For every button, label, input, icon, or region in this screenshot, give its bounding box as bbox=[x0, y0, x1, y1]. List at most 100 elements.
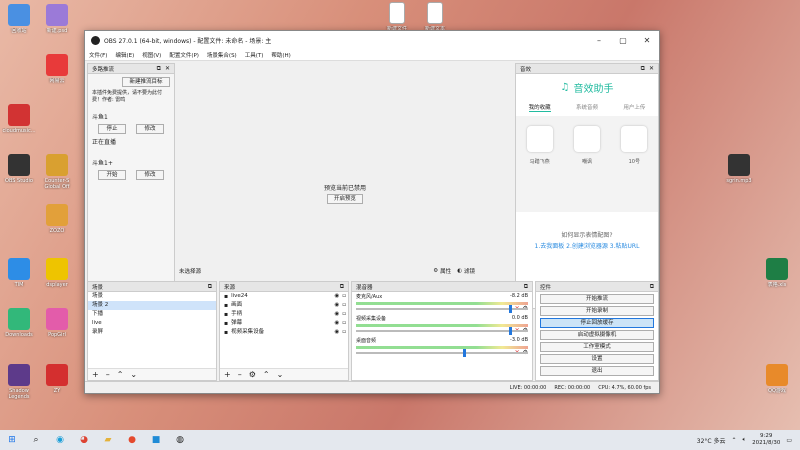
music-tab[interactable]: 用户上传 bbox=[623, 103, 645, 112]
close-icon[interactable]: ✕ bbox=[649, 65, 654, 72]
lock-icon[interactable]: ▫ bbox=[342, 310, 346, 319]
desktop-icon[interactable]: 新建.psd bbox=[40, 4, 74, 40]
float-icon[interactable]: ⧉ bbox=[524, 283, 528, 291]
app-red-icon[interactable]: ● bbox=[124, 433, 140, 447]
slider-handle[interactable] bbox=[509, 305, 513, 313]
preview-area[interactable]: 预览当前已禁用 开启预览 bbox=[175, 63, 515, 277]
eye-icon[interactable]: ◉ bbox=[334, 292, 339, 301]
music-tab[interactable]: 我的收藏 bbox=[528, 103, 551, 112]
lock-icon[interactable]: ▫ bbox=[342, 328, 346, 337]
float-icon[interactable]: ⧉ bbox=[641, 65, 645, 73]
chrome-icon[interactable]: ◕ bbox=[76, 433, 92, 447]
slider-handle[interactable] bbox=[462, 349, 466, 357]
scene-item[interactable]: 场景 2 bbox=[88, 301, 216, 310]
close-icon[interactable]: ✕ bbox=[635, 36, 659, 45]
desktop-icon[interactable]: Counter-S Global Off bbox=[40, 154, 74, 190]
volume-slider[interactable] bbox=[356, 349, 528, 357]
start-button[interactable]: 开始 bbox=[98, 170, 126, 180]
add-icon[interactable]: + bbox=[224, 370, 231, 379]
obs-taskbar-icon[interactable]: ◍ bbox=[172, 433, 188, 447]
menu-item[interactable]: 帮助(H) bbox=[271, 51, 290, 59]
edit-button[interactable]: 修改 bbox=[136, 170, 164, 180]
stop-button[interactable]: 停止 bbox=[98, 124, 126, 134]
edge-icon[interactable]: ◉ bbox=[52, 433, 68, 447]
down-icon[interactable]: ⌄ bbox=[130, 370, 137, 379]
desktop-icon[interactable]: ZOZO bbox=[40, 204, 74, 240]
volume-icon[interactable]: 🔈︎ bbox=[743, 436, 747, 444]
eye-icon[interactable]: ◉ bbox=[334, 310, 339, 319]
lock-icon[interactable]: ▫ bbox=[342, 319, 346, 328]
float-icon[interactable]: ⧉ bbox=[340, 283, 344, 291]
remove-icon[interactable]: – bbox=[106, 370, 110, 379]
source-item[interactable]: ▪ 手柄 ◉ ▫ bbox=[220, 310, 348, 319]
menu-item[interactable]: 配置文件(P) bbox=[169, 51, 199, 59]
float-icon[interactable]: ⧉ bbox=[157, 65, 161, 73]
slider-handle[interactable] bbox=[509, 327, 513, 335]
add-icon[interactable]: + bbox=[92, 370, 99, 379]
control-button[interactable]: 退出 bbox=[540, 366, 654, 376]
desktop-icon[interactable]: dsplayer bbox=[40, 258, 74, 294]
scene-item[interactable]: live bbox=[88, 319, 216, 328]
lock-icon[interactable]: ▫ bbox=[342, 292, 346, 301]
up-icon[interactable]: ⌃ bbox=[263, 370, 270, 379]
obs-titlebar[interactable]: OBS 27.0.1 (64-bit, windows) - 配置文件: 未命名… bbox=[85, 31, 659, 49]
weather-text[interactable]: 32°C 多云 bbox=[697, 436, 726, 445]
minimize-icon[interactable]: – bbox=[587, 36, 611, 45]
control-button[interactable]: 开始录制 bbox=[540, 306, 654, 316]
remove-icon[interactable]: – bbox=[238, 370, 242, 379]
enable-preview-button[interactable]: 开启预览 bbox=[327, 194, 363, 204]
desktop-icon[interactable]: 回收站 bbox=[2, 4, 36, 40]
menu-item[interactable]: 工具(T) bbox=[245, 51, 264, 59]
menu-item[interactable]: 文件(F) bbox=[89, 51, 107, 59]
control-button[interactable]: 开始推流 bbox=[540, 294, 654, 304]
desktop-icon[interactable]: OBS Studio bbox=[2, 154, 36, 190]
eye-icon[interactable]: ◉ bbox=[334, 328, 339, 337]
desktop-icon[interactable]: 网易云 bbox=[40, 54, 74, 90]
close-icon[interactable]: ✕ bbox=[165, 65, 170, 72]
search-icon[interactable]: ⌕ bbox=[28, 433, 44, 447]
edit-button[interactable]: 修改 bbox=[136, 124, 164, 134]
volume-slider[interactable] bbox=[356, 305, 528, 313]
properties-button[interactable]: 属性 bbox=[440, 267, 451, 275]
desktop-icon[interactable]: sgrin.mp3 bbox=[722, 154, 756, 190]
source-item[interactable]: ▪ 画面 ◉ ▫ bbox=[220, 301, 348, 310]
maximize-icon[interactable]: ▢ bbox=[611, 36, 635, 45]
source-item[interactable]: ▪ 弹幕 ◉ ▫ bbox=[220, 319, 348, 328]
folder-icon[interactable]: ▰ bbox=[100, 433, 116, 447]
notification-icon[interactable]: ▭ bbox=[786, 437, 792, 444]
control-button[interactable]: 停止回放缓存 bbox=[540, 318, 654, 328]
app-blue-icon[interactable]: ■ bbox=[148, 433, 164, 447]
menu-item[interactable]: 视图(V) bbox=[142, 51, 161, 59]
scene-item[interactable]: 下播 bbox=[88, 310, 216, 319]
desktop-icon[interactable]: PopGirl bbox=[40, 308, 74, 344]
music-tab[interactable]: 系统音频 bbox=[576, 103, 598, 112]
desktop-icon[interactable]: TIM bbox=[2, 258, 36, 294]
lock-icon[interactable]: ▫ bbox=[342, 301, 346, 310]
desktop-icon[interactable]: Shadow Legends bbox=[2, 364, 36, 400]
tray-arrow-icon[interactable]: ⌃ bbox=[731, 437, 736, 444]
control-button[interactable]: 启动虚拟摄像机 bbox=[540, 330, 654, 340]
control-button[interactable]: 工作室模式 bbox=[540, 342, 654, 352]
sound-item[interactable]: 嘲讽 bbox=[570, 126, 604, 212]
gear-icon[interactable]: ⚙ bbox=[249, 370, 256, 379]
float-icon[interactable]: ⧉ bbox=[650, 283, 654, 291]
source-item[interactable]: ▪ live24 ◉ ▫ bbox=[220, 292, 348, 301]
scene-item[interactable]: 录屏 bbox=[88, 328, 216, 337]
menu-item[interactable]: 场景集合(S) bbox=[207, 51, 237, 59]
down-icon[interactable]: ⌄ bbox=[277, 370, 284, 379]
up-icon[interactable]: ⌃ bbox=[117, 370, 124, 379]
volume-slider[interactable] bbox=[356, 327, 528, 335]
desktop-icon[interactable]: cloudmusic... bbox=[2, 104, 36, 140]
desktop-icon[interactable]: 表格.xls bbox=[760, 258, 794, 294]
help-steps[interactable]: 1.去我面板 2.创建浏览器源 3.粘贴URL bbox=[516, 241, 658, 250]
new-target-button[interactable]: 新建推流目标 bbox=[122, 77, 170, 87]
filter-icon[interactable]: ◐ bbox=[457, 268, 462, 274]
eye-icon[interactable]: ◉ bbox=[334, 319, 339, 328]
eye-icon[interactable]: ◉ bbox=[334, 301, 339, 310]
menu-item[interactable]: 编辑(E) bbox=[115, 51, 134, 59]
float-icon[interactable]: ⧉ bbox=[208, 283, 212, 291]
desktop-icon[interactable]: QQ游戏 bbox=[760, 364, 794, 400]
sound-item[interactable]: 10号 bbox=[617, 126, 651, 212]
sound-item[interactable]: 马踏飞燕 bbox=[523, 126, 557, 212]
filters-button[interactable]: 滤镜 bbox=[464, 267, 475, 275]
